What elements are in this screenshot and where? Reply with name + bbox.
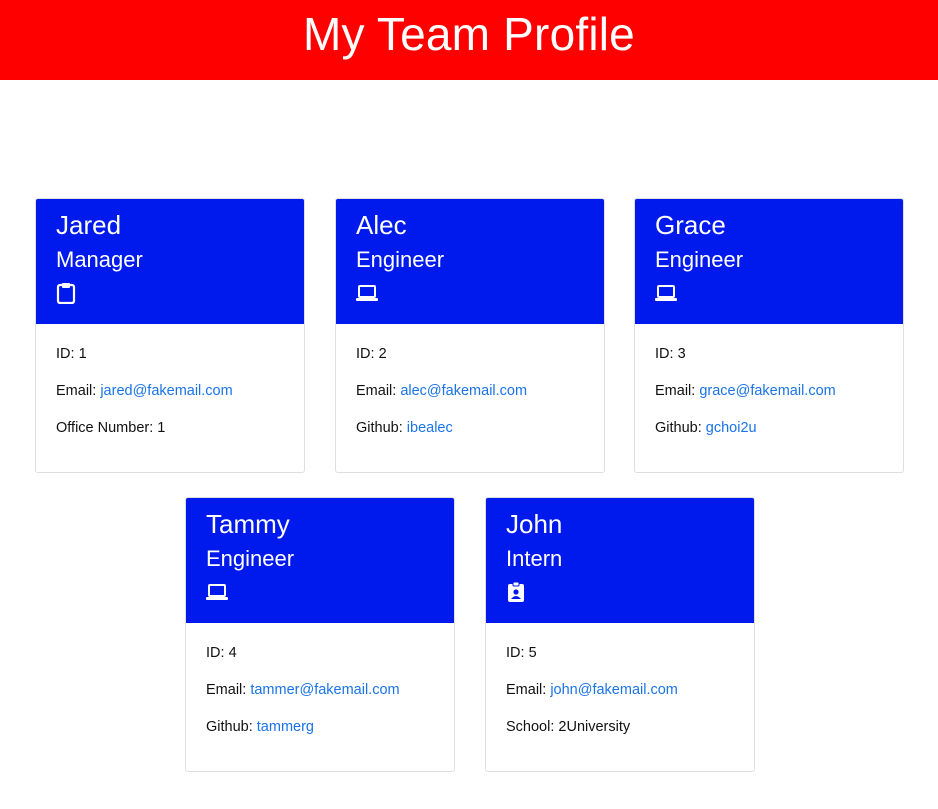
id-label: ID: [206, 645, 225, 661]
card-body: ID: 5 Email: john@fakemail.com School: 2… [486, 623, 754, 754]
email-label: Email: [506, 682, 547, 698]
card-header: Jared Manager [36, 199, 304, 324]
github-link[interactable]: tammerg [257, 719, 314, 735]
id-label: ID: [655, 346, 674, 362]
email-row: Email: alec@fakemail.com [356, 381, 584, 418]
id-label: ID: [506, 645, 525, 661]
email-link[interactable]: grace@fakemail.com [699, 383, 835, 399]
github-label: Github: [206, 719, 253, 735]
github-link[interactable]: ibealec [407, 420, 453, 436]
card-header: Alec Engineer [336, 199, 604, 324]
id-label: ID: [56, 346, 75, 362]
employee-card-tammy: Tammy Engineer ID: 4 Email: tammer@fakem… [185, 497, 455, 772]
github-label: Github: [356, 420, 403, 436]
email-row: Email: jared@fakemail.com [56, 381, 284, 418]
email-link[interactable]: alec@fakemail.com [400, 383, 527, 399]
page-title: My Team Profile [303, 8, 635, 60]
github-link[interactable]: gchoi2u [706, 420, 757, 436]
email-label: Email: [56, 383, 97, 399]
email-row: Email: grace@fakemail.com [655, 381, 883, 418]
card-header: Grace Engineer [635, 199, 903, 324]
employee-card-alec: Alec Engineer ID: 2 Email: alec@fakemail… [335, 198, 605, 473]
employee-role: Engineer [206, 546, 295, 571]
id-value: 3 [677, 346, 686, 362]
office-number-row: Office Number: 1 [56, 418, 284, 455]
github-row: Github: ibealec [356, 418, 584, 455]
id-value: 4 [228, 645, 237, 661]
laptop-icon [655, 282, 677, 304]
card-body: ID: 1 Email: jared@fakemail.com Office N… [36, 324, 304, 455]
email-link[interactable]: tammer@fakemail.com [250, 682, 399, 698]
email-link[interactable]: john@fakemail.com [550, 682, 678, 698]
id-value: 1 [78, 346, 87, 362]
github-label: Github: [655, 420, 702, 436]
school-label: School: [506, 719, 555, 735]
card-header: John Intern [486, 498, 754, 623]
employee-name: Grace [655, 210, 726, 240]
card-header: Tammy Engineer [186, 498, 454, 623]
employee-role: Engineer [356, 247, 445, 272]
employee-card-jared: Jared Manager ID: 1 Email: jared@fakemai… [35, 198, 305, 473]
id-badge-icon [506, 581, 526, 603]
employee-name: Tammy [206, 509, 290, 539]
page-header: My Team Profile [0, 0, 938, 80]
email-row: Email: tammer@fakemail.com [206, 680, 434, 717]
email-row: Email: john@fakemail.com [506, 680, 734, 717]
email-label: Email: [356, 383, 397, 399]
employee-name: Jared [56, 210, 122, 240]
employee-card-john: John Intern ID: 5 Email: john@fakemail.c… [485, 497, 755, 772]
card-body: ID: 3 Email: grace@fakemail.com Github: … [635, 324, 903, 455]
employee-role: Manager [56, 247, 143, 272]
id-value: 2 [378, 346, 387, 362]
laptop-icon [206, 581, 228, 603]
id-row: ID: 4 [206, 643, 434, 680]
laptop-icon [356, 282, 378, 304]
office-number-value: 1 [157, 420, 166, 436]
clipboard-icon [56, 282, 76, 304]
employee-name: John [506, 509, 563, 539]
employee-card-grace: Grace Engineer ID: 3 Email: grace@fakema… [634, 198, 904, 473]
github-row: Github: gchoi2u [655, 418, 883, 455]
id-row: ID: 5 [506, 643, 734, 680]
id-value: 5 [528, 645, 537, 661]
card-body: ID: 2 Email: alec@fakemail.com Github: i… [336, 324, 604, 455]
id-label: ID: [356, 346, 375, 362]
employee-name: Alec [356, 210, 407, 240]
school-value: 2University [558, 719, 631, 735]
school-row: School: 2University [506, 717, 734, 754]
email-label: Email: [655, 383, 696, 399]
id-row: ID: 3 [655, 344, 883, 381]
email-link[interactable]: jared@fakemail.com [100, 383, 232, 399]
employee-role: Engineer [655, 247, 744, 272]
card-body: ID: 4 Email: tammer@fakemail.com Github:… [186, 623, 454, 754]
email-label: Email: [206, 682, 247, 698]
employee-role: Intern [506, 546, 563, 571]
id-row: ID: 1 [56, 344, 284, 381]
id-row: ID: 2 [356, 344, 584, 381]
office-number-label: Office Number: [56, 420, 154, 436]
github-row: Github: tammerg [206, 717, 434, 754]
